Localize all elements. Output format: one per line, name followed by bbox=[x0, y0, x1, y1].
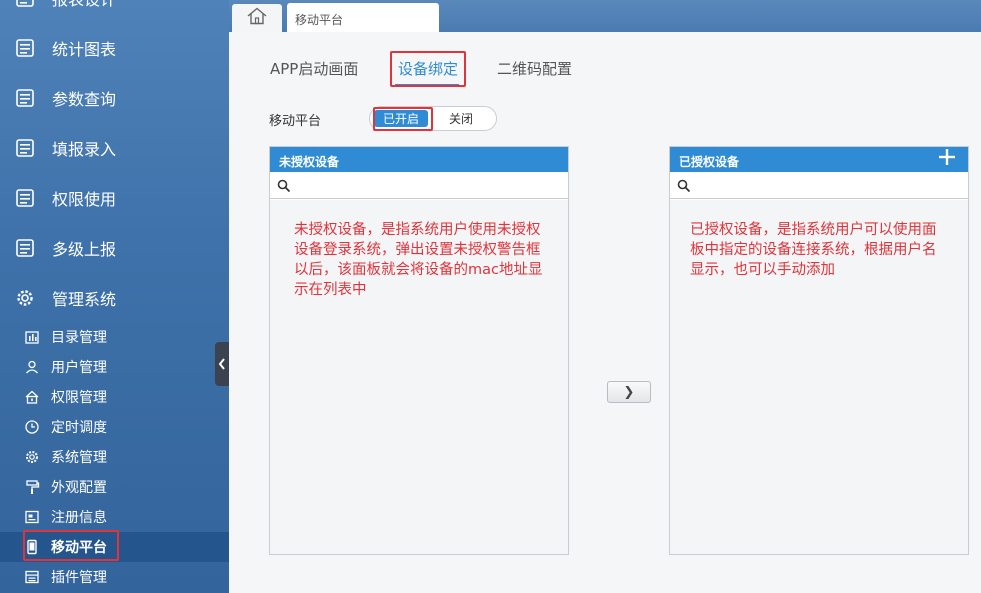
sidebar-item-report-design[interactable]: 报表设计 bbox=[0, 0, 229, 18]
sidebar-subitem-scheduling[interactable]: 定时调度 bbox=[0, 412, 229, 442]
sidebar-subitem-directory[interactable]: 目录管理 bbox=[0, 322, 229, 352]
sidebar-collapse-button[interactable] bbox=[215, 342, 229, 386]
report-icon bbox=[15, 238, 35, 258]
gear-icon bbox=[15, 288, 35, 308]
panel-search bbox=[270, 172, 568, 199]
mobile-icon bbox=[24, 539, 40, 555]
sidebar-item-label: 权限使用 bbox=[52, 190, 117, 209]
toggle-on-option[interactable]: 已开启 bbox=[374, 110, 428, 127]
sidebar-subitem-label: 移动平台 bbox=[51, 540, 107, 556]
sidebar-item-label: 报表设计 bbox=[52, 0, 116, 10]
sidebar-subitem-user[interactable]: 用户管理 bbox=[0, 352, 229, 382]
sidebar-subitem-appearance[interactable]: 外观配置 bbox=[0, 472, 229, 502]
sidebar-item-form-entry[interactable]: 填报录入 bbox=[0, 128, 229, 168]
tab-mobile-platform[interactable]: 移动平台 bbox=[287, 3, 439, 32]
annotation-authorized: 已授权设备，是指系统用户可以使用面板中指定的设备连接系统，根据用户名显示，也可以… bbox=[690, 222, 937, 278]
clock-icon bbox=[24, 419, 40, 435]
directory-icon bbox=[24, 329, 40, 345]
sidebar-item-label: 管理系统 bbox=[52, 290, 117, 309]
search-icon bbox=[277, 178, 291, 193]
main-content: APP启动画面 设备绑定 二维码配置 移动平台 已开启 关闭 未授权设备 未授权… bbox=[229, 32, 981, 593]
sidebar-subitem-label: 用户管理 bbox=[51, 360, 107, 376]
sidebar: 报表设计 统计图表 参数查询 填报录入 权限使用 多级上报 管理 bbox=[0, 0, 229, 593]
sidebar-item-label: 多级上报 bbox=[52, 240, 117, 259]
sidebar-item-permission-usage[interactable]: 权限使用 bbox=[0, 178, 229, 218]
report-icon bbox=[15, 138, 35, 158]
sidebar-item-management-system[interactable]: 管理系统 bbox=[0, 278, 229, 318]
plugin-icon bbox=[24, 569, 40, 585]
sidebar-item-multi-level-report[interactable]: 多级上报 bbox=[0, 228, 229, 268]
home-icon bbox=[246, 7, 268, 29]
tab-qr-config[interactable]: 二维码配置 bbox=[497, 58, 572, 79]
report-icon bbox=[15, 0, 35, 8]
authorized-devices-panel: 已授权设备 已授权设备，是指系统用户可以使用面板中指定的设备连接系统，根据用户名… bbox=[669, 146, 969, 555]
sidebar-subitem-label: 插件管理 bbox=[51, 570, 107, 586]
unauthorized-search-input[interactable] bbox=[296, 175, 556, 195]
move-to-authorized-button[interactable]: ❯ bbox=[607, 381, 651, 403]
toggle-off-option[interactable]: 关闭 bbox=[438, 110, 484, 127]
mobile-platform-toggle[interactable]: 已开启 关闭 bbox=[369, 106, 497, 131]
user-icon bbox=[24, 359, 40, 375]
sidebar-subitem-label: 目录管理 bbox=[51, 330, 107, 346]
sidebar-subitem-mobile-platform[interactable]: 移动平台 bbox=[0, 532, 229, 562]
sidebar-subitem-label: 外观配置 bbox=[51, 480, 107, 496]
sidebar-subitem-label: 权限管理 bbox=[51, 390, 107, 406]
registration-icon bbox=[24, 509, 40, 525]
home-tab[interactable] bbox=[232, 4, 282, 32]
sidebar-subitem-permission[interactable]: 权限管理 bbox=[0, 382, 229, 412]
paint-roller-icon bbox=[24, 479, 40, 495]
report-icon bbox=[15, 38, 35, 58]
mobile-platform-label: 移动平台 bbox=[269, 114, 322, 129]
sidebar-item-label: 参数查询 bbox=[52, 90, 117, 109]
authorized-device-list[interactable]: 已授权设备，是指系统用户可以使用面板中指定的设备连接系统，根据用户名显示，也可以… bbox=[670, 200, 968, 554]
sidebar-subitem-label: 定时调度 bbox=[51, 420, 107, 436]
sidebar-subitem-label: 系统管理 bbox=[51, 450, 107, 466]
report-icon bbox=[15, 88, 35, 108]
sidebar-subitem-registration[interactable]: 注册信息 bbox=[0, 502, 229, 532]
sidebar-item-parameter-query[interactable]: 参数查询 bbox=[0, 78, 229, 118]
search-icon bbox=[677, 178, 691, 193]
gear-icon bbox=[24, 449, 40, 465]
annotation-unauthorized: 未授权设备，是指系统用户使用未授权设备登录系统，弹出设置未授权警告框以后，该面板… bbox=[294, 222, 543, 298]
chevron-right-icon: ❯ bbox=[623, 384, 635, 400]
plus-icon bbox=[939, 149, 955, 169]
sidebar-item-label: 填报录入 bbox=[52, 140, 117, 159]
panel-search bbox=[670, 172, 968, 199]
tab-app-splash[interactable]: APP启动画面 bbox=[270, 58, 358, 79]
sidebar-subitem-plugin[interactable]: 插件管理 bbox=[0, 562, 229, 592]
panel-title: 未授权设备 bbox=[270, 147, 568, 172]
lock-icon bbox=[24, 389, 40, 405]
sidebar-item-label: 统计图表 bbox=[52, 40, 117, 59]
sidebar-subitem-system[interactable]: 系统管理 bbox=[0, 442, 229, 472]
tab-device-binding[interactable]: 设备绑定 bbox=[398, 58, 458, 79]
chevron-left-icon bbox=[218, 355, 226, 374]
panel-title: 已授权设备 bbox=[670, 147, 968, 172]
report-icon bbox=[15, 188, 35, 208]
unauthorized-devices-panel: 未授权设备 未授权设备，是指系统用户使用未授权设备登录系统，弹出设置未授权警告框… bbox=[269, 146, 569, 555]
active-tab-underline bbox=[395, 84, 459, 86]
sidebar-subitem-label: 注册信息 bbox=[51, 510, 107, 526]
unauthorized-device-list[interactable]: 未授权设备，是指系统用户使用未授权设备登录系统，弹出设置未授权警告框以后，该面板… bbox=[270, 200, 568, 554]
sidebar-item-statistical-charts[interactable]: 统计图表 bbox=[0, 28, 229, 68]
add-device-button[interactable] bbox=[936, 148, 958, 170]
authorized-search-input[interactable] bbox=[696, 175, 956, 195]
tab-strip: 移动平台 bbox=[229, 0, 981, 32]
